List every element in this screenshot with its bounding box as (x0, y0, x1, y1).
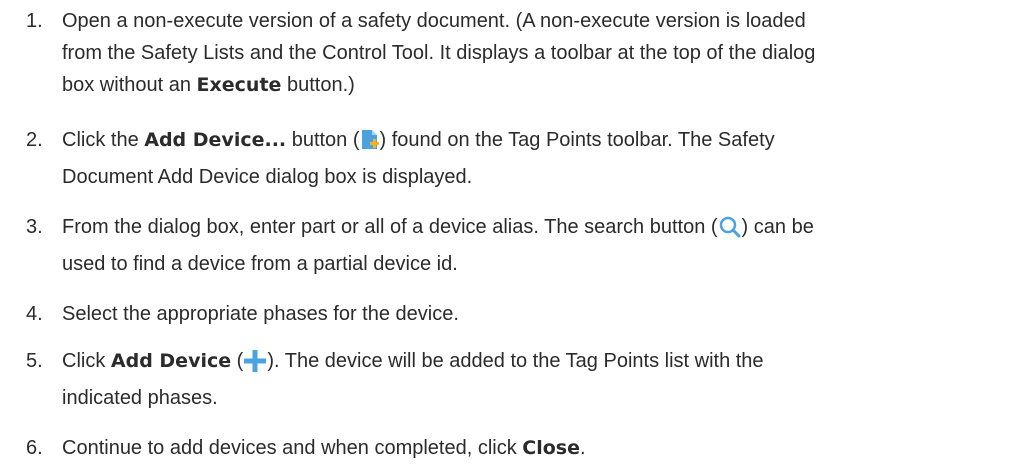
text-fragment: ( (231, 350, 244, 372)
close-keyword: Close (522, 437, 580, 459)
step-number: 1. (26, 10, 43, 32)
step-number: 4. (26, 303, 43, 325)
text-fragment: ) found on the Tag Points toolbar. The S… (379, 129, 775, 151)
text-fragment: Click the (62, 129, 145, 151)
step-text: Open a non-execute version of a safety d… (62, 5, 1023, 101)
text-fragment: Click (62, 350, 111, 372)
step-text: Click Add Device ( ). The device will be … (62, 345, 1023, 414)
text-fragment: ). The device will be added to the Tag P… (267, 350, 764, 372)
text-fragment: . (580, 437, 586, 459)
plus-icon (243, 350, 267, 382)
step-text: Continue to add devices and when complet… (62, 432, 1023, 464)
step-line: Click Add Device ( ). The device will be … (62, 345, 1023, 382)
text-fragment: button.) (281, 74, 355, 96)
step-text: Click the Add Device... button ( ) found … (62, 124, 1023, 193)
text-fragment: button ( (286, 129, 360, 151)
add-document-icon (360, 129, 380, 161)
search-icon (718, 216, 742, 248)
step-line: Document Add Device dialog box is displa… (62, 166, 473, 188)
step-line: indicated phases. (62, 387, 218, 409)
step-number: 2. (26, 129, 43, 151)
step-line: used to find a device from a partial dev… (62, 253, 458, 275)
step-line: Continue to add devices and when complet… (62, 432, 1023, 464)
text-fragment: Continue to add devices and when complet… (62, 437, 523, 459)
step-text: From the dialog box, enter part or all o… (62, 211, 1023, 280)
add-device-keyword: Add Device (110, 350, 232, 372)
step-number: 5. (26, 350, 43, 372)
step-line: From the dialog box, enter part or all o… (62, 211, 1023, 248)
text-fragment: box without an (62, 74, 197, 96)
step-line: box without an Execute button.) (62, 69, 1023, 101)
step-line: Open a non-execute version of a safety d… (62, 10, 806, 32)
step-line: from the Safety Lists and the Control To… (62, 42, 816, 64)
execute-keyword: Execute (196, 74, 282, 96)
step-line: Select the appropriate phases for the de… (62, 303, 459, 325)
step-line: Click the Add Device... button ( ) found … (62, 124, 1023, 161)
text-fragment: ) can be (741, 216, 814, 238)
step-text: Select the appropriate phases for the de… (62, 298, 1023, 330)
step-number: 6. (26, 437, 43, 459)
step-number: 3. (26, 216, 43, 238)
add-device-keyword: Add Device... (144, 129, 287, 151)
text-fragment: From the dialog box, enter part or all o… (62, 216, 718, 238)
